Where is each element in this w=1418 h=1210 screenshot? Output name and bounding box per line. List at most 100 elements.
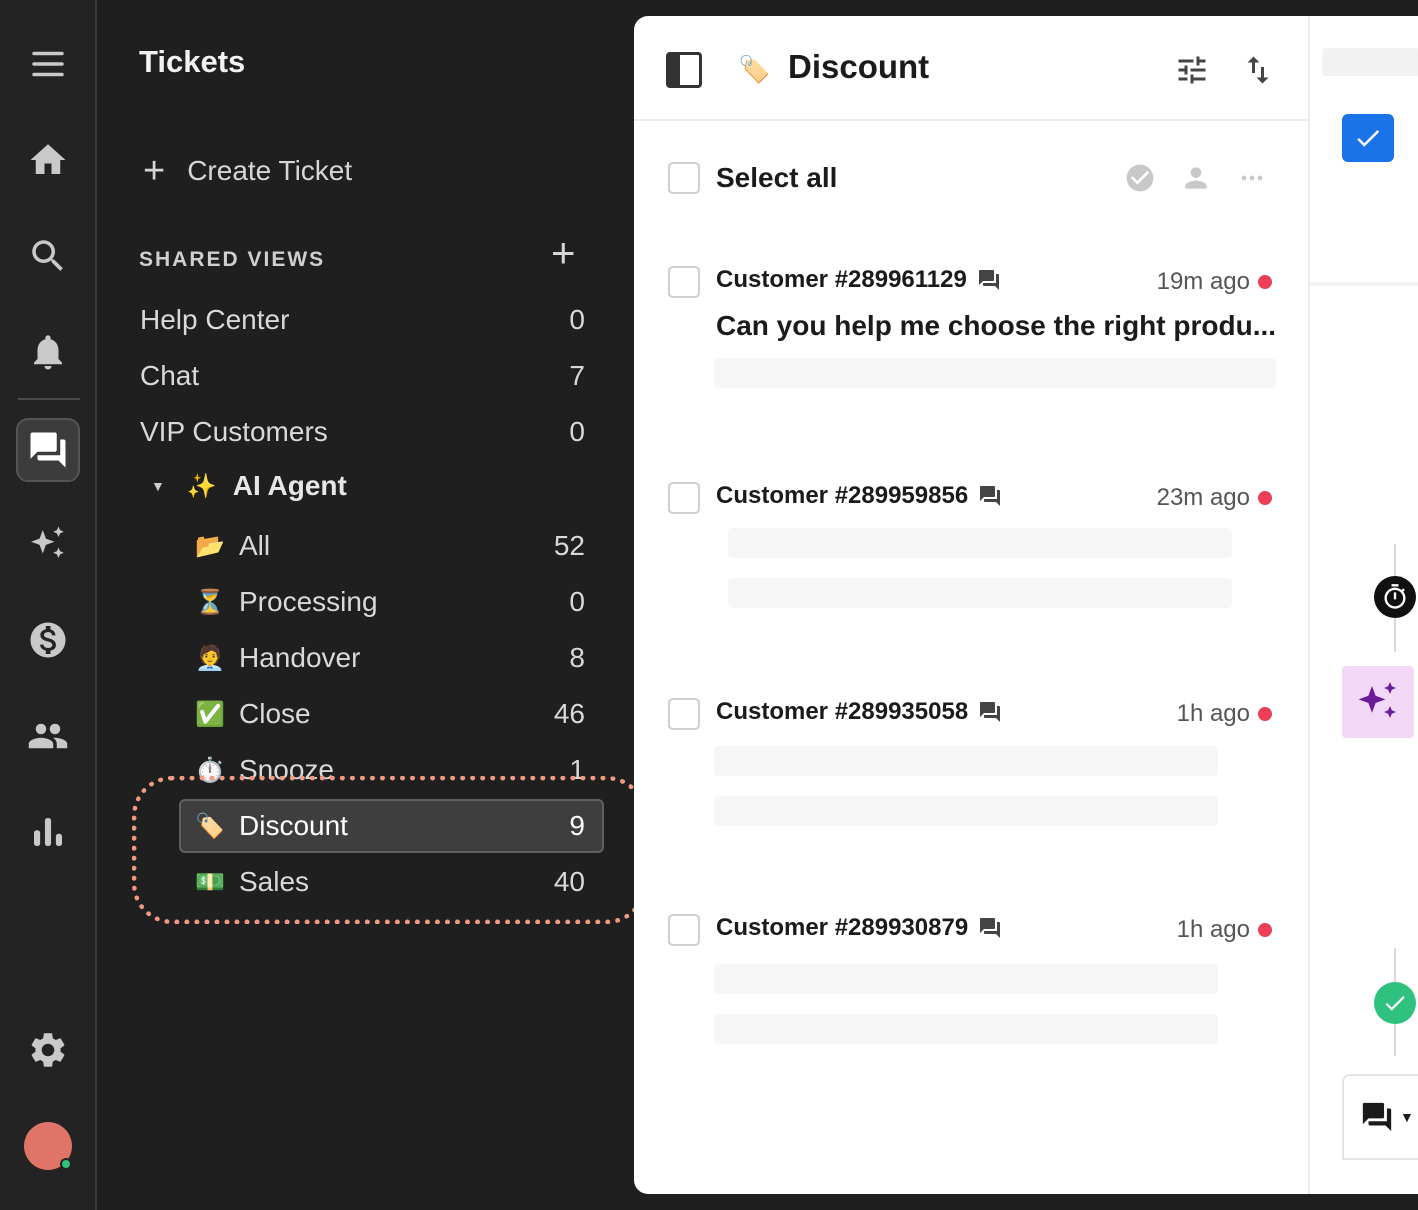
dollar-icon[interactable]	[16, 608, 80, 672]
caret-down-icon[interactable]: ▼	[151, 478, 165, 494]
view-label: VIP Customers	[140, 416, 328, 447]
check-circle-icon[interactable]	[1124, 162, 1156, 194]
view-ai-all[interactable]: 📂 All 52	[195, 526, 585, 566]
rail-divider	[18, 398, 80, 400]
highlight-annotation	[132, 776, 647, 924]
view-label: Help Center	[140, 304, 290, 335]
hourglass-emoji-icon: ⏳	[195, 588, 225, 616]
checked-checkbox[interactable]	[1342, 114, 1394, 162]
ticket-customer[interactable]: Customer #289961129	[716, 266, 1001, 294]
bar-chart-icon[interactable]	[16, 800, 80, 864]
view-count: 0	[569, 304, 585, 335]
loading-placeholder	[714, 746, 1218, 776]
panel-title: Tickets	[139, 44, 246, 79]
reply-type-dropdown[interactable]: ▼	[1342, 1074, 1418, 1160]
ticket-customer[interactable]: Customer #289935058	[716, 698, 1002, 726]
unread-dot	[1258, 923, 1272, 937]
home-icon[interactable]	[16, 128, 80, 192]
view-count: 8	[569, 642, 585, 673]
loading-placeholder	[728, 578, 1232, 608]
view-help-center[interactable]: Help Center 0	[140, 300, 585, 340]
chat-icon	[1362, 1102, 1392, 1132]
app-window: Tickets + Create Ticket SHARED VIEWS + H…	[0, 0, 1418, 1210]
ticket-detail-pane: ▼	[1308, 16, 1418, 1194]
ticket-time: 23m ago	[1156, 484, 1250, 511]
customer-name: Customer #289959856	[716, 482, 969, 509]
list-header: 🏷️ Discount	[634, 16, 1308, 121]
ticket-preview[interactable]: Can you help me choose the right produ..…	[716, 310, 1276, 342]
loading-placeholder	[714, 358, 1276, 388]
view-label: Close	[239, 698, 311, 729]
label-tag-emoji-icon: 🏷️	[738, 54, 771, 84]
ticket-time: 1h ago	[1176, 916, 1250, 943]
view-count: 46	[553, 698, 585, 729]
chat-icon	[980, 702, 1001, 722]
create-ticket-button[interactable]: + Create Ticket	[143, 152, 352, 190]
view-vip-customers[interactable]: VIP Customers 0	[140, 412, 585, 452]
divider	[1310, 282, 1418, 286]
sort-arrows-icon[interactable]	[1240, 52, 1276, 93]
search-icon[interactable]	[16, 224, 80, 288]
icon-rail	[0, 0, 97, 1210]
sparkles-emoji-icon: ✨	[186, 472, 217, 500]
unread-dot	[1258, 275, 1272, 289]
tickets-panel: Tickets + Create Ticket SHARED VIEWS + H…	[99, 0, 647, 1210]
sparkles-icon[interactable]	[16, 512, 80, 576]
ticket-checkbox[interactable]	[668, 914, 700, 946]
more-dots-icon[interactable]	[1236, 162, 1268, 194]
view-label: Processing	[239, 586, 378, 617]
chat-icon	[978, 270, 999, 290]
ticket-customer[interactable]: Customer #289930879	[716, 914, 1002, 942]
ticket-checkbox[interactable]	[668, 698, 700, 730]
view-count: 7	[569, 360, 585, 391]
plus-icon: +	[143, 150, 166, 192]
select-all-checkbox[interactable]	[668, 162, 700, 194]
ticket-list-pane: 🏷️ Discount Select all Customer #2899611…	[634, 16, 1308, 1194]
menu-icon[interactable]	[16, 32, 80, 96]
loading-placeholder	[714, 964, 1218, 994]
shared-views-heading: SHARED VIEWS	[139, 248, 326, 271]
sidebar-toggle-icon[interactable]	[666, 52, 702, 88]
view-label: Handover	[239, 642, 361, 673]
timeline-line	[1394, 544, 1396, 576]
view-title: Discount	[788, 48, 930, 85]
check-icon	[1357, 129, 1380, 147]
add-view-plus-icon[interactable]: +	[551, 232, 576, 274]
group-label: AI Agent	[232, 470, 347, 501]
create-ticket-label: Create Ticket	[187, 155, 353, 186]
view-ai-close[interactable]: ✅ Close 46	[195, 694, 585, 734]
ai-agent-group[interactable]: ▼ ✨ AI Agent	[151, 470, 347, 502]
customer-name: Customer #289930879	[716, 914, 969, 941]
timeline-line	[1394, 948, 1396, 982]
filter-sliders-icon[interactable]	[1174, 52, 1210, 93]
view-chat[interactable]: Chat 7	[140, 356, 585, 396]
view-count: 0	[569, 416, 585, 447]
timeline-line	[1394, 1024, 1396, 1056]
bell-icon[interactable]	[16, 320, 80, 384]
customer-name: Customer #289961129	[716, 266, 967, 293]
ticket-checkbox[interactable]	[668, 482, 700, 514]
people-icon[interactable]	[16, 704, 80, 768]
gear-icon[interactable]	[16, 1018, 80, 1082]
person-icon[interactable]	[1180, 162, 1212, 194]
select-all-label: Select all	[716, 162, 838, 193]
ticket-time: 1h ago	[1176, 700, 1250, 727]
customer-name: Customer #289935058	[716, 698, 969, 725]
unread-dot	[1258, 491, 1272, 505]
ai-sparkles-icon[interactable]	[1342, 666, 1414, 738]
view-label: Chat	[140, 360, 200, 391]
view-count: 52	[553, 530, 585, 561]
view-ai-processing[interactable]: ⏳ Processing 0	[195, 582, 585, 622]
ticket-checkbox[interactable]	[668, 266, 700, 298]
view-ai-handover[interactable]: 🧑‍💼 Handover 8	[195, 638, 585, 678]
online-status-dot	[60, 1158, 72, 1170]
check-mark-emoji-icon: ✅	[195, 700, 225, 728]
loading-placeholder	[728, 528, 1232, 558]
chevron-down-icon: ▼	[1400, 1109, 1414, 1125]
resolved-check-icon	[1374, 982, 1416, 1024]
ticket-customer[interactable]: Customer #289959856	[716, 482, 1002, 510]
ticket-time: 19m ago	[1156, 268, 1250, 295]
tickets-chat-icon[interactable]	[16, 418, 80, 482]
timeline-line	[1394, 618, 1396, 652]
loading-placeholder	[714, 1014, 1218, 1044]
